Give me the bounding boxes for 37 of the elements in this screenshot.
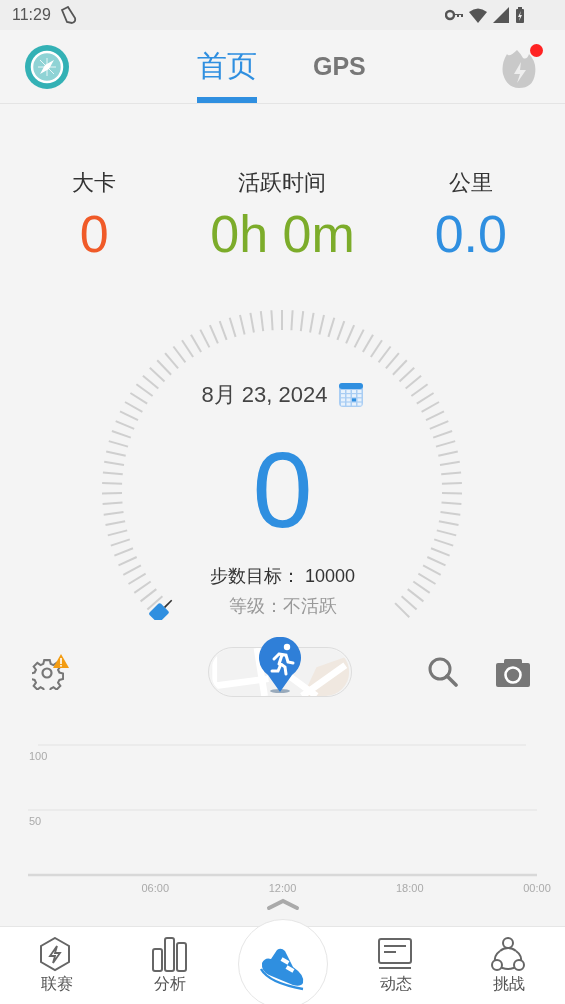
x-tick-label: 06:00 — [141, 882, 169, 894]
compass-logo-icon[interactable] — [25, 44, 69, 89]
progress-marker — [148, 599, 173, 620]
nav-tab[interactable]: 挑战 — [452, 927, 565, 1004]
calendar-icon[interactable] — [339, 383, 364, 407]
nav-tab[interactable]: 联赛 — [0, 927, 113, 1004]
wifi-icon — [469, 7, 487, 23]
search-icon[interactable] — [428, 657, 458, 687]
chevron-up-icon[interactable] — [265, 898, 300, 911]
clock-time: 11:29 — [12, 6, 51, 24]
key-icon — [445, 8, 463, 22]
x-tick-label: 18:00 — [396, 882, 424, 894]
tab[interactable]: GPS — [313, 30, 366, 103]
step-goal: 步数目标： 10000 — [209, 565, 356, 588]
stat-label: 公里 — [448, 169, 493, 197]
camera-icon[interactable] — [496, 657, 530, 687]
date-label: 8月 23, 2024 — [201, 381, 328, 409]
stat-label: 大卡 — [72, 169, 117, 197]
runner-pin-icon[interactable] — [258, 637, 302, 695]
stat-value: 0 — [79, 204, 109, 264]
nav-tab[interactable]: 分析 — [113, 927, 226, 1004]
x-tick-label: 12:00 — [268, 882, 297, 894]
settings-icon[interactable] — [32, 656, 64, 690]
share-nodes-icon — [491, 937, 526, 972]
stat-label: 活跃时间 — [238, 169, 327, 197]
activity-level: 等级：不活跃 — [228, 595, 337, 618]
stat-value: 0h 0m — [210, 204, 355, 264]
y-tick-label: 100 — [29, 750, 48, 762]
nav-tab[interactable]: 动态 — [339, 927, 452, 1004]
step-count: 0 — [252, 435, 313, 545]
signal-icon — [493, 7, 509, 23]
news-card-icon — [378, 937, 413, 972]
bar-chart-icon — [152, 937, 187, 972]
battery-icon — [515, 7, 525, 23]
stat-value: 0.0 — [434, 204, 507, 264]
x-tick-label: 00:00 — [523, 882, 551, 894]
y-tick-label: 50 — [29, 815, 42, 827]
